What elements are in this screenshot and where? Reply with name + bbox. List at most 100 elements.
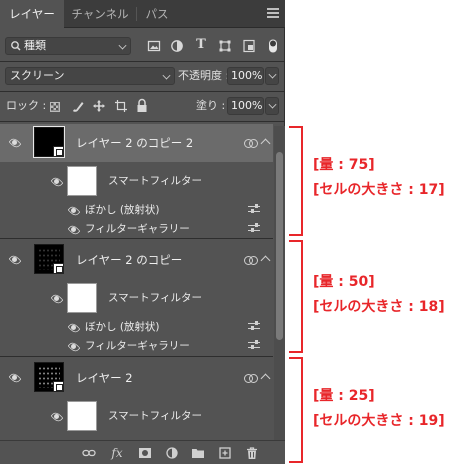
layer-item[interactable]: レイヤー 2 のコピー 2 スマートフィルター ぼかし (放射状) フィルターギ… [0, 124, 273, 237]
filter-blending-options-icon[interactable] [248, 321, 260, 331]
blend-mode-value: スクリーン [10, 69, 65, 82]
filter-eye-icon[interactable] [67, 225, 81, 234]
smart-filter-label: スマートフィルター [108, 410, 202, 422]
kind-filter-select[interactable]: 種類 [5, 37, 131, 55]
layer-item[interactable]: レイヤー 2 スマートフィルター [0, 358, 273, 440]
opacity-label: 不透明度 : [178, 69, 230, 82]
opacity-dropdown-button[interactable] [265, 67, 279, 85]
divider [0, 61, 285, 62]
layer-thumbnail [34, 362, 64, 392]
scrollbar-thumb[interactable] [276, 152, 283, 340]
smart-object-filter-icon[interactable] [242, 39, 256, 53]
lock-transparent-pixels-icon[interactable] [50, 102, 60, 112]
link-layers-icon[interactable] [82, 446, 96, 460]
lock-image-pixels-icon[interactable] [71, 99, 85, 116]
filter-blending-options-icon[interactable] [248, 223, 260, 233]
smart-filter-label: スマートフィルター [108, 292, 202, 304]
layer-thumbnail [33, 126, 65, 158]
layer-style-fx-icon[interactable]: fx [108, 446, 126, 460]
smart-filter-mask-thumbnail[interactable] [67, 401, 97, 431]
smart-object-badge-icon [53, 146, 64, 157]
kind-filter-label: 種類 [24, 39, 46, 52]
visibility-eye-icon[interactable] [8, 373, 22, 382]
layer-item[interactable]: レイヤー 2 のコピー スマートフィルター ぼかし (放射状) フィルターギャラ… [0, 240, 273, 354]
smart-filter-eye-icon[interactable] [50, 412, 64, 421]
tab-paths[interactable]: パス [137, 0, 177, 28]
annotation-bracket [289, 240, 303, 353]
lock-position-icon[interactable] [92, 99, 106, 116]
blend-row: スクリーン 不透明度 : 100% [0, 64, 285, 88]
new-layer-icon[interactable] [218, 446, 232, 460]
filter-blending-options-icon[interactable] [248, 340, 260, 350]
layer-row[interactable]: レイヤー 2 のコピー [0, 240, 273, 278]
chevron-down-icon [268, 70, 277, 79]
collapse-caret-icon[interactable] [260, 255, 271, 266]
smart-filter-link-icon [244, 256, 258, 265]
layer-row[interactable]: レイヤー 2 [0, 358, 273, 396]
visibility-eye-icon[interactable] [8, 138, 22, 147]
smart-object-badge-icon [53, 263, 64, 274]
fill-input[interactable]: 100% [227, 97, 264, 115]
smart-object-badge-icon [53, 381, 64, 392]
adjustment-layer-filter-icon[interactable] [170, 39, 184, 53]
collapse-caret-icon[interactable] [260, 373, 271, 384]
divider [0, 91, 285, 92]
annotation-amount: [量 : 25] [313, 388, 375, 404]
filter-name[interactable]: ぼかし (放射状) [85, 320, 160, 334]
type-layer-filter-icon[interactable]: T [194, 38, 208, 52]
opacity-input[interactable]: 100% [227, 67, 264, 85]
layer-name[interactable]: レイヤー 2 のコピー 2 [76, 136, 193, 150]
filter-name[interactable]: ぼかし (放射状) [85, 203, 160, 217]
annotation-amount: [量 : 50] [313, 274, 375, 290]
smart-filter-link-icon [244, 374, 258, 383]
filter-eye-icon[interactable] [67, 323, 81, 332]
filter-eye-icon[interactable] [67, 206, 81, 215]
smart-filter-mask-thumbnail[interactable] [67, 166, 97, 196]
panel-tab-bar: レイヤー チャンネル パス [0, 0, 285, 29]
shape-layer-filter-icon[interactable] [218, 39, 232, 53]
chevron-down-icon [118, 41, 127, 50]
smart-filter-eye-icon[interactable] [50, 294, 64, 303]
visibility-eye-icon[interactable] [8, 255, 22, 264]
pixel-layer-filter-icon[interactable] [147, 39, 161, 53]
smart-filter-link-icon [244, 139, 258, 148]
annotation-cell-size: [セルの大きさ : 17] [313, 182, 445, 198]
lock-artboard-icon[interactable] [114, 99, 128, 116]
panel-menu-icon[interactable] [267, 8, 279, 19]
divider [0, 238, 273, 239]
filter-name[interactable]: フィルターギャラリー [85, 222, 190, 236]
divider [0, 356, 273, 357]
filter-toggle-switch[interactable] [268, 39, 278, 53]
filter-name[interactable]: フィルターギャラリー [85, 339, 190, 353]
layer-name[interactable]: レイヤー 2 のコピー [76, 253, 182, 267]
filter-blending-options-icon[interactable] [248, 204, 260, 214]
filter-eye-icon[interactable] [67, 342, 81, 351]
layers-bottom-toolbar: fx [0, 440, 285, 464]
layer-row[interactable]: レイヤー 2 のコピー 2 [0, 124, 273, 162]
layers-scrollbar[interactable] [274, 126, 285, 440]
lock-label: ロック : [6, 99, 47, 112]
smart-filter-mask-thumbnail[interactable] [67, 283, 97, 313]
layer-filter-row: 種類 T [0, 34, 285, 58]
fill-label: 塗り : [196, 99, 226, 112]
divider [0, 121, 285, 122]
collapse-caret-icon[interactable] [260, 138, 271, 149]
layers-panel: レイヤー チャンネル パス 種類 T スクリーン 不透明度: 100% ロック… [0, 0, 285, 464]
layer-name[interactable]: レイヤー 2 [76, 371, 133, 385]
trash-delete-icon[interactable] [245, 446, 259, 460]
chevron-down-icon [268, 100, 277, 109]
tab-layers[interactable]: レイヤー [0, 0, 64, 29]
blend-mode-select[interactable]: スクリーン [5, 67, 175, 85]
new-group-folder-icon[interactable] [191, 446, 205, 460]
annotation-bracket [289, 126, 303, 236]
lock-all-icon[interactable] [136, 98, 148, 116]
annotation-amount: [量 : 75] [313, 157, 375, 173]
tab-channels[interactable]: チャンネル [64, 0, 136, 28]
add-mask-icon[interactable] [138, 446, 152, 460]
adjustment-layer-icon[interactable] [165, 446, 179, 460]
smart-filter-eye-icon[interactable] [50, 177, 64, 186]
annotation-cell-size: [セルの大きさ : 18] [313, 299, 445, 315]
fill-dropdown-button[interactable] [265, 97, 279, 115]
annotation-bracket [289, 357, 303, 463]
annotation-cell-size: [セルの大きさ : 19] [313, 413, 445, 429]
